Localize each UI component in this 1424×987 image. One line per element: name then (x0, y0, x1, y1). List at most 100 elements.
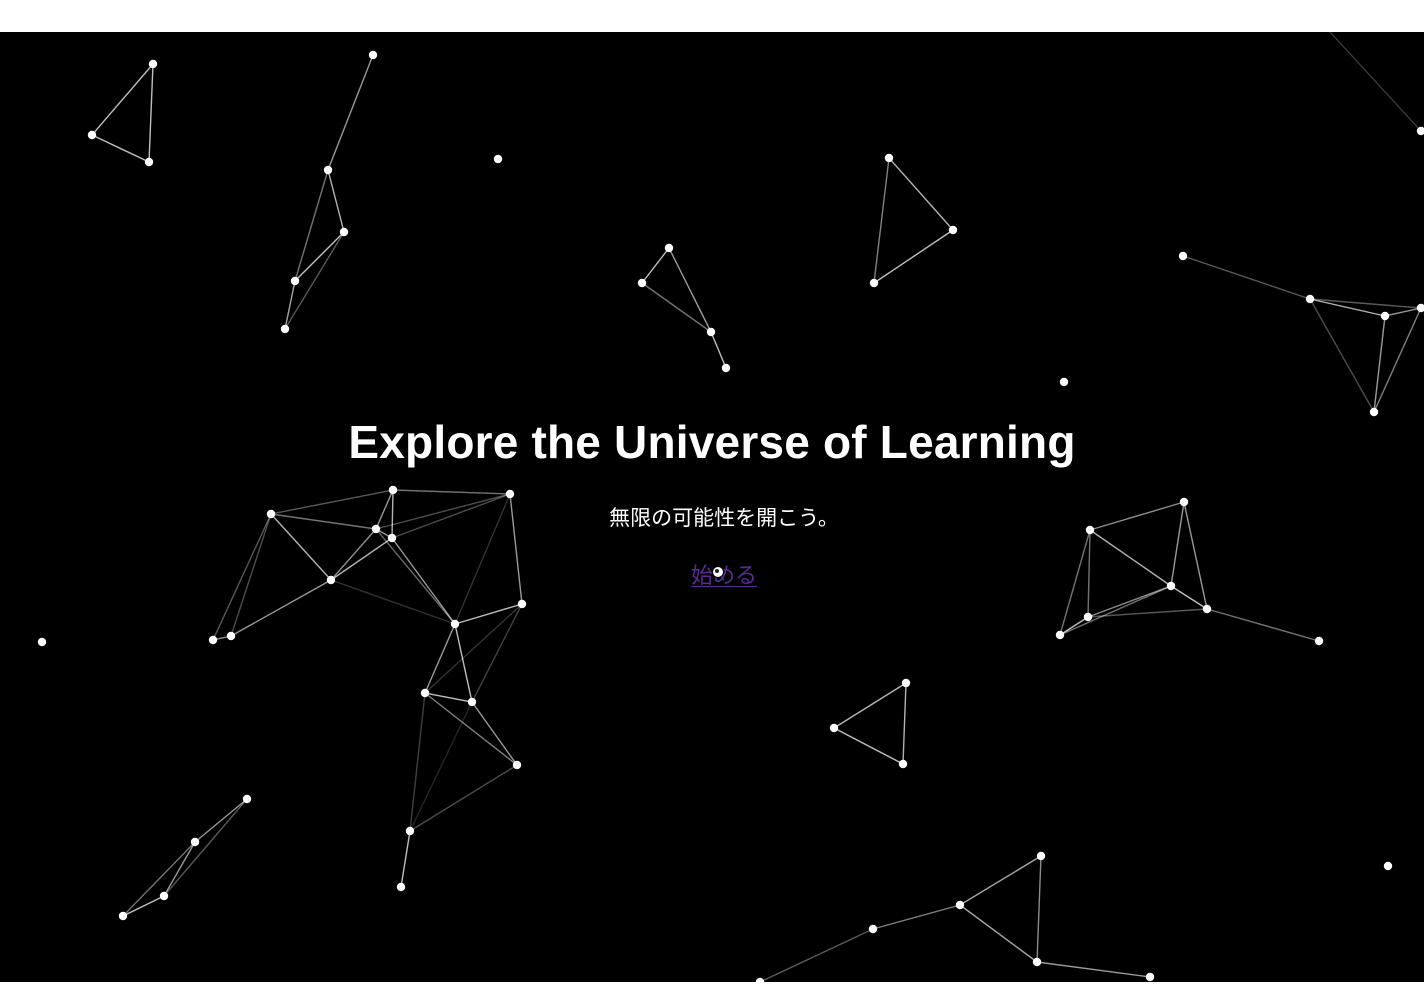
network-edge (471, 603, 523, 703)
network-edge (1373, 315, 1386, 413)
network-node (517, 599, 527, 609)
network-node (1055, 630, 1065, 640)
network-node (829, 723, 839, 733)
network-edge (1183, 501, 1208, 610)
network-edge (392, 489, 511, 495)
network-node (450, 619, 460, 629)
network-edge (327, 54, 374, 171)
network-canvas (37, 32, 1424, 982)
network-node (1083, 612, 1093, 622)
network-node (512, 760, 522, 770)
network-edge (641, 282, 712, 333)
network-edge (1309, 298, 1422, 309)
hero-section: Explore the Universe of Learning 無限の可能性を… (0, 32, 1424, 982)
network-node (87, 130, 97, 140)
network-edge (454, 493, 511, 625)
network-node (955, 900, 965, 910)
network-edge (1329, 32, 1422, 132)
network-edge (327, 169, 345, 233)
network-node (493, 154, 503, 164)
network-node (37, 637, 47, 647)
bottom-strip (0, 982, 1424, 987)
network-edge (424, 692, 473, 703)
network-edge (872, 904, 961, 930)
network-node (1305, 294, 1315, 304)
network-node (869, 278, 879, 288)
network-node (1085, 525, 1095, 535)
network-edge (122, 841, 196, 917)
network-node (1314, 636, 1324, 646)
network-edge (270, 513, 377, 530)
top-strip (0, 0, 1424, 32)
network-edge (391, 493, 511, 539)
network-edge (902, 682, 907, 765)
network-node (266, 509, 276, 519)
network-node (387, 533, 397, 543)
network-edge (375, 489, 394, 530)
network-node (1380, 311, 1390, 321)
network-edge (1036, 961, 1151, 978)
network-edge (424, 603, 523, 694)
network-edge (194, 798, 248, 843)
network-node (664, 243, 674, 253)
network-node (242, 794, 252, 804)
network-node (420, 688, 430, 698)
network-node (144, 157, 154, 167)
network-node (396, 882, 406, 892)
network-node (1059, 377, 1069, 387)
network-node (948, 225, 958, 235)
network-node (721, 363, 731, 373)
network-node (706, 327, 716, 337)
network-node (280, 324, 290, 334)
network-edge (91, 63, 154, 136)
network-node (208, 635, 218, 645)
network-node (405, 826, 415, 836)
network-edge (391, 489, 394, 539)
network-edge (122, 895, 165, 917)
network-node (323, 165, 333, 175)
network-edge (471, 701, 518, 766)
network-edge (959, 904, 1038, 963)
network-node (1383, 861, 1393, 871)
network-node (898, 759, 908, 769)
network-edge (270, 489, 394, 515)
network-edge (1373, 307, 1422, 413)
network-edge (91, 134, 150, 163)
network-node (1179, 497, 1189, 507)
network-node (118, 911, 128, 921)
network-node (505, 489, 515, 499)
network-node (1416, 303, 1424, 313)
network-node (1369, 407, 1379, 417)
network-node (868, 924, 878, 934)
network-node (226, 631, 236, 641)
network-edge (1206, 608, 1320, 642)
cta-wrapper: 始める (0, 562, 1424, 592)
network-node (1036, 851, 1046, 861)
network-node (1178, 251, 1188, 261)
network-node (148, 59, 158, 69)
network-node (339, 227, 349, 237)
network-edge (668, 247, 712, 333)
network-edge (833, 727, 904, 765)
network-edge (1309, 298, 1375, 413)
network-edge (888, 157, 954, 231)
network-edge (1384, 307, 1422, 317)
network-node (159, 891, 169, 901)
network-node (290, 276, 300, 286)
network-node (637, 278, 647, 288)
network-edge (959, 855, 1042, 906)
network-edge (163, 798, 248, 897)
network-node (371, 524, 381, 534)
network-node (1145, 972, 1155, 982)
network-node (1202, 604, 1212, 614)
network-node (467, 697, 477, 707)
network-edge (759, 928, 874, 982)
network-edge (409, 692, 426, 832)
start-link[interactable]: 始める (691, 564, 757, 589)
network-node (901, 678, 911, 688)
mouse-cursor-icon (713, 567, 723, 577)
network-node (1032, 957, 1042, 967)
network-edge (1089, 501, 1185, 531)
network-node (368, 50, 378, 60)
network-edge (873, 229, 954, 284)
